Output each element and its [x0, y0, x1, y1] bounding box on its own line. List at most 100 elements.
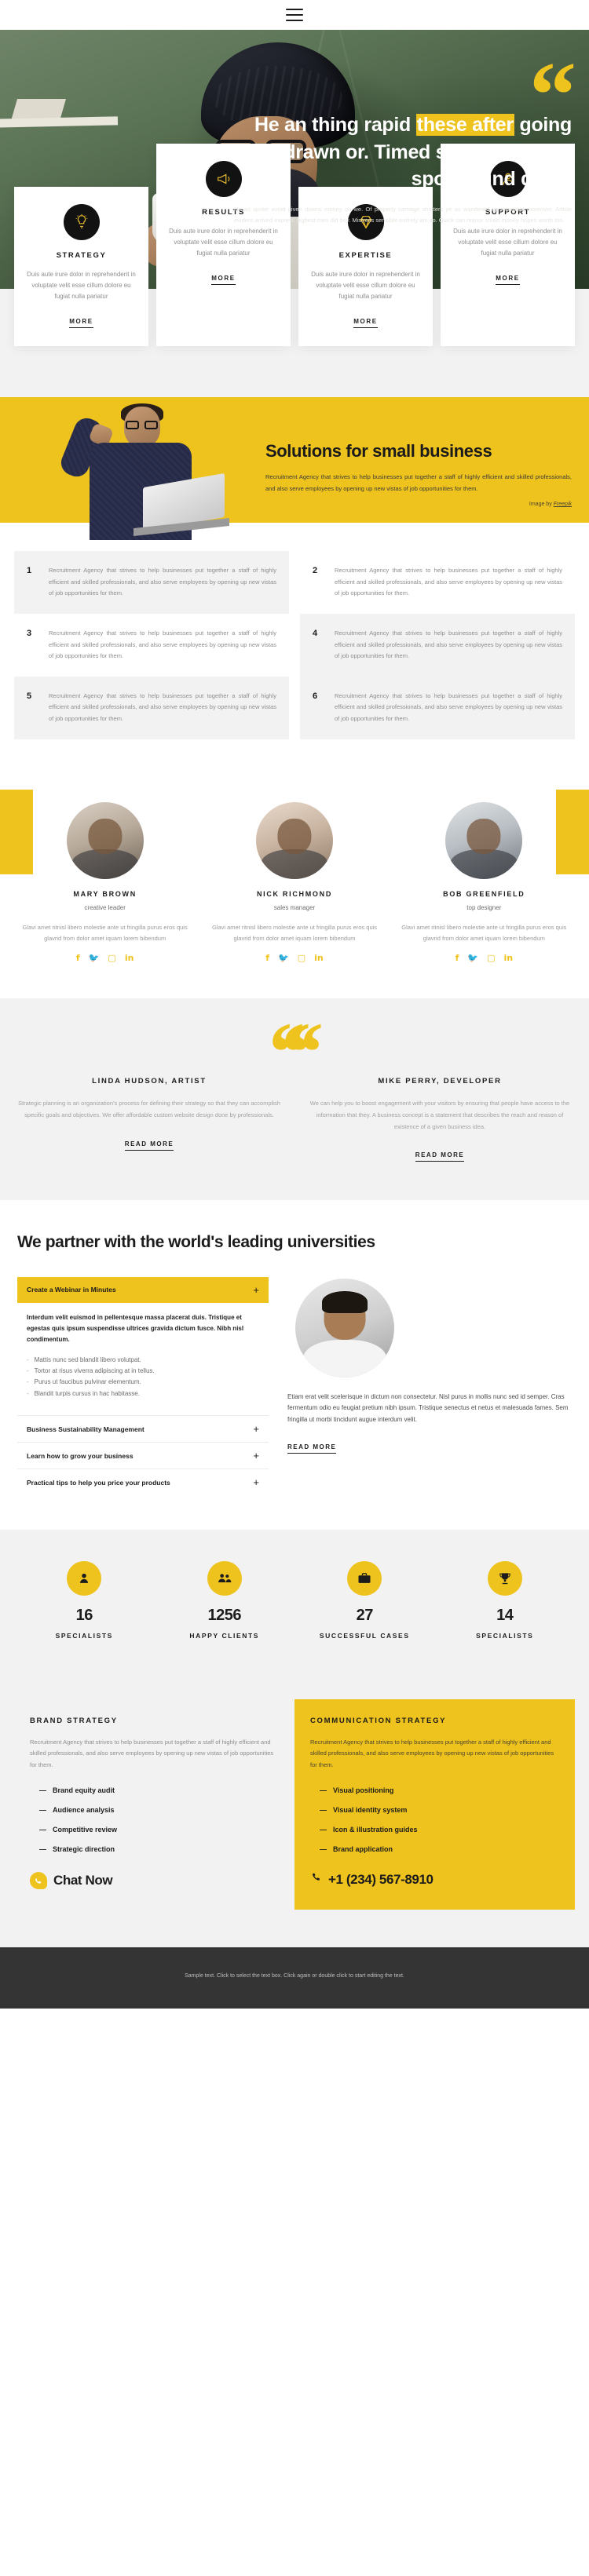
stat-value: 16 [75, 1607, 93, 1625]
numbered-item-text: Recruitment Agency that strives to help … [335, 567, 562, 597]
feature-card-more-link[interactable]: MORE [211, 275, 236, 285]
list-item: - Purus ut faucibus pulvinar elementum. [27, 1377, 259, 1388]
feature-card-more-link[interactable]: MORE [353, 318, 378, 328]
brand-strategy-block: BRAND STRATEGY Recruitment Agency that s… [14, 1699, 294, 1910]
accordion-label: Business Sustainability Management [27, 1425, 145, 1433]
footer-text: Sample text. Click to select the text bo… [185, 1972, 404, 1979]
dash-marker: — [320, 1805, 327, 1814]
testimonial-right: “ MIKE PERRY, DEVELOPER We can help you … [281, 1011, 575, 1162]
numbered-item: 6 Recruitment Agency that strives to hel… [300, 676, 575, 739]
list-item: — Audience analysis [39, 1805, 279, 1814]
numbered-item-number: 3 [27, 628, 32, 638]
image-credit-link[interactable]: Freepik [554, 502, 572, 507]
list-item-label: Brand application [333, 1844, 393, 1853]
accordion-header-grow-business[interactable]: Learn how to grow your business + [17, 1443, 269, 1469]
team-section: MARY BROWN creative leader Glavi amet ri… [0, 775, 589, 999]
numbered-item: 2 Recruitment Agency that strives to hel… [300, 551, 575, 614]
numbered-item-number: 2 [313, 566, 318, 575]
stat-successful-cases: 27 SUCCESSFUL CASES [294, 1561, 435, 1641]
team-member-role: top designer [466, 903, 502, 911]
dash-marker: — [39, 1805, 46, 1814]
dash-marker: — [39, 1786, 46, 1794]
testimonial-read-more-link[interactable]: READ MORE [124, 1140, 174, 1151]
plus-icon: + [253, 1423, 259, 1436]
instagram-icon[interactable]: ▢ [298, 954, 305, 962]
list-item-label: Strategic direction [53, 1844, 115, 1853]
numbered-item-text: Recruitment Agency that strives to help … [49, 567, 276, 597]
linkedin-icon[interactable]: in [314, 954, 324, 962]
accordion-lead-text: Interdum velit euismod in pellentesque m… [27, 1313, 244, 1343]
list-item-label: Visual identity system [333, 1805, 408, 1814]
feature-card-more-link[interactable]: MORE [69, 318, 93, 328]
stats-section: 16 SPECIALISTS 1256 HAPPY CLIENTS 27 SUC… [0, 1530, 589, 1668]
solutions-section: Solutions for small business Recruitment… [0, 397, 589, 540]
image-credit: Image by Freepik [265, 502, 572, 507]
feature-card-more-link[interactable]: MORE [496, 275, 520, 285]
accordion-label: Practical tips to help you price your pr… [27, 1478, 170, 1487]
accordion-panel-webinar: Interdum velit euismod in pellentesque m… [17, 1303, 269, 1416]
accordion-header-sustainability[interactable]: Business Sustainability Management + [17, 1416, 269, 1442]
testimonial-read-more-link[interactable]: READ MORE [415, 1151, 465, 1162]
accordion: Create a Webinar in Minutes + Interdum v… [17, 1276, 269, 1496]
stat-value: 14 [496, 1607, 514, 1625]
page-title: We partner with the world's leading univ… [17, 1233, 375, 1252]
list-item: - Mattis nunc sed blandit libero volutpat… [27, 1355, 259, 1366]
linkedin-icon[interactable]: in [503, 954, 513, 962]
phone-number-label: +1 (234) 567-8910 [328, 1871, 434, 1887]
lightbulb-icon [63, 204, 100, 240]
phone-number-link[interactable]: +1 (234) 567-8910 [310, 1872, 559, 1888]
list-item: — Icon & illustration guides [320, 1826, 559, 1833]
stat-value: 1256 [207, 1607, 242, 1625]
partner-read-more-link[interactable]: READ MORE [287, 1443, 337, 1454]
hero-copy: He an thing rapid these after going draw… [234, 111, 572, 227]
stat-specialists-2: 14 SPECIALISTS [435, 1561, 576, 1641]
image-credit-prefix: Image by [529, 502, 554, 507]
team-member-name: MARY BROWN [73, 889, 137, 898]
list-item-label: Mattis nunc sed blandit libero volutpat. [34, 1356, 141, 1363]
twitter-icon[interactable]: 🐦 [89, 954, 100, 962]
list-item-label: Purus ut faucibus pulvinar elementum. [34, 1378, 141, 1386]
accordion-header-pricing-tips[interactable]: Practical tips to help you price your pr… [17, 1469, 269, 1495]
team-member-name: NICK RICHMOND [256, 889, 333, 898]
accordion-row: Practical tips to help you price your pr… [17, 1469, 269, 1495]
dash-marker: — [320, 1844, 327, 1853]
stat-label: HAPPY CLIENTS [189, 1632, 260, 1640]
facebook-icon[interactable]: f [265, 954, 269, 962]
whatsapp-icon [30, 1871, 47, 1889]
chat-now-button[interactable]: Chat Now [30, 1871, 279, 1889]
numbered-item-number: 6 [313, 691, 318, 701]
feature-card-strategy[interactable]: STRATEGY Duis aute irure dolor in repreh… [14, 187, 148, 346]
bullet-marker: - [27, 1356, 29, 1363]
instagram-icon[interactable]: ▢ [487, 954, 495, 962]
partner-side-column: Etiam erat velit scelerisque in dictum n… [287, 1277, 572, 1496]
stat-happy-clients: 1256 HAPPY CLIENTS [155, 1561, 295, 1641]
solutions-copy: Solutions for small business Recruitment… [265, 440, 572, 512]
list-item: — Visual positioning [320, 1786, 559, 1794]
partner-body: Create a Webinar in Minutes + Interdum v… [17, 1276, 572, 1496]
testimonial-left: “ LINDA HUDSON, ARTIST Strategic plannin… [14, 1011, 311, 1161]
facebook-icon[interactable]: f [76, 954, 80, 962]
briefcase-icon [347, 1561, 382, 1596]
instagram-icon[interactable]: ▢ [108, 954, 115, 962]
numbered-item-text: Recruitment Agency that strives to help … [49, 629, 276, 660]
team-member: MARY BROWN creative leader Glavi amet ri… [14, 801, 196, 962]
testimonial-author: LINDA HUDSON, ARTIST [92, 1077, 207, 1086]
bullet-marker: - [27, 1378, 29, 1386]
linkedin-icon[interactable]: in [125, 954, 134, 962]
facebook-icon[interactable]: f [455, 954, 459, 962]
hamburger-menu-icon[interactable] [286, 9, 303, 21]
twitter-icon[interactable]: 🐦 [467, 954, 478, 962]
numbered-item-text: Recruitment Agency that strives to help … [335, 629, 562, 660]
plus-icon: + [253, 1450, 259, 1462]
team-member-role: creative leader [84, 903, 126, 911]
dash-marker: — [320, 1825, 327, 1833]
twitter-icon[interactable]: 🐦 [278, 954, 289, 962]
feature-card-text: Duis aute irure dolor in reprehenderit i… [27, 271, 136, 300]
stat-specialists: 16 SPECIALISTS [14, 1561, 155, 1641]
accordion-header-webinar[interactable]: Create a Webinar in Minutes + [17, 1276, 269, 1303]
numbered-list-section: 1 Recruitment Agency that strives to hel… [0, 523, 589, 775]
plus-icon: + [253, 1476, 259, 1489]
communication-strategy-block: COMMUNICATION STRATEGY Recruitment Agenc… [294, 1698, 575, 1910]
block-text: Recruitment Agency that strives to help … [310, 1738, 554, 1769]
block-title: BRAND STRATEGY [30, 1716, 118, 1725]
